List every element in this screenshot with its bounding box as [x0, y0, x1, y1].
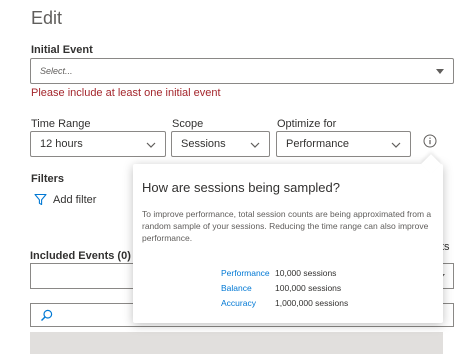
- chevron-down-icon: [391, 142, 401, 148]
- filter-icon: [34, 193, 47, 206]
- info-icon[interactable]: [423, 134, 437, 148]
- caret-down-icon: [436, 69, 444, 74]
- rate-name: Balance: [221, 283, 252, 293]
- initial-event-label: Initial Event: [31, 44, 93, 56]
- optimize-value: Performance: [286, 138, 349, 150]
- sampling-rates: Performance 10,000 sessions Balance 100,…: [221, 266, 348, 311]
- time-range-value: 12 hours: [40, 138, 83, 150]
- filters-label: Filters: [31, 173, 65, 185]
- chevron-down-icon: [250, 142, 260, 148]
- callout-beak: [421, 154, 441, 174]
- rate-value: 100,000 sessions: [275, 283, 342, 293]
- callout-title: How are sessions being sampled?: [142, 180, 340, 195]
- sampling-callout: How are sessions being sampled? To impro…: [133, 154, 443, 323]
- chevron-down-icon: [146, 142, 156, 148]
- add-filter-label: Add filter: [53, 193, 97, 206]
- time-range-dropdown[interactable]: 12 hours: [30, 131, 166, 157]
- initial-event-dropdown[interactable]: Select...: [30, 58, 454, 84]
- time-range-label: Time Range: [31, 118, 91, 130]
- scope-dropdown[interactable]: Sessions: [171, 131, 270, 157]
- scope-label: Scope: [172, 118, 204, 130]
- callout-body: To improve performance, total session co…: [142, 209, 432, 243]
- initial-event-placeholder: Select...: [40, 66, 73, 76]
- add-filter-button[interactable]: Add filter: [34, 193, 96, 206]
- rate-row: Performance 10,000 sessions: [221, 266, 348, 281]
- scope-value: Sessions: [181, 138, 226, 150]
- search-icon: [41, 309, 53, 321]
- bottom-panel: [30, 332, 443, 354]
- included-events-label: Included Events (0): [30, 250, 131, 262]
- optimize-dropdown[interactable]: Performance: [276, 131, 411, 157]
- rate-name: Performance: [221, 268, 270, 278]
- initial-event-error: Please include at least one initial even…: [31, 87, 221, 99]
- rate-name: Accuracy: [221, 298, 256, 308]
- rate-row: Balance 100,000 sessions: [221, 281, 348, 296]
- rate-row: Accuracy 1,000,000 sessions: [221, 296, 348, 311]
- rate-value: 1,000,000 sessions: [275, 298, 349, 308]
- rate-value: 10,000 sessions: [275, 268, 337, 278]
- page-title: Edit: [31, 8, 63, 28]
- optimize-label: Optimize for: [277, 118, 337, 130]
